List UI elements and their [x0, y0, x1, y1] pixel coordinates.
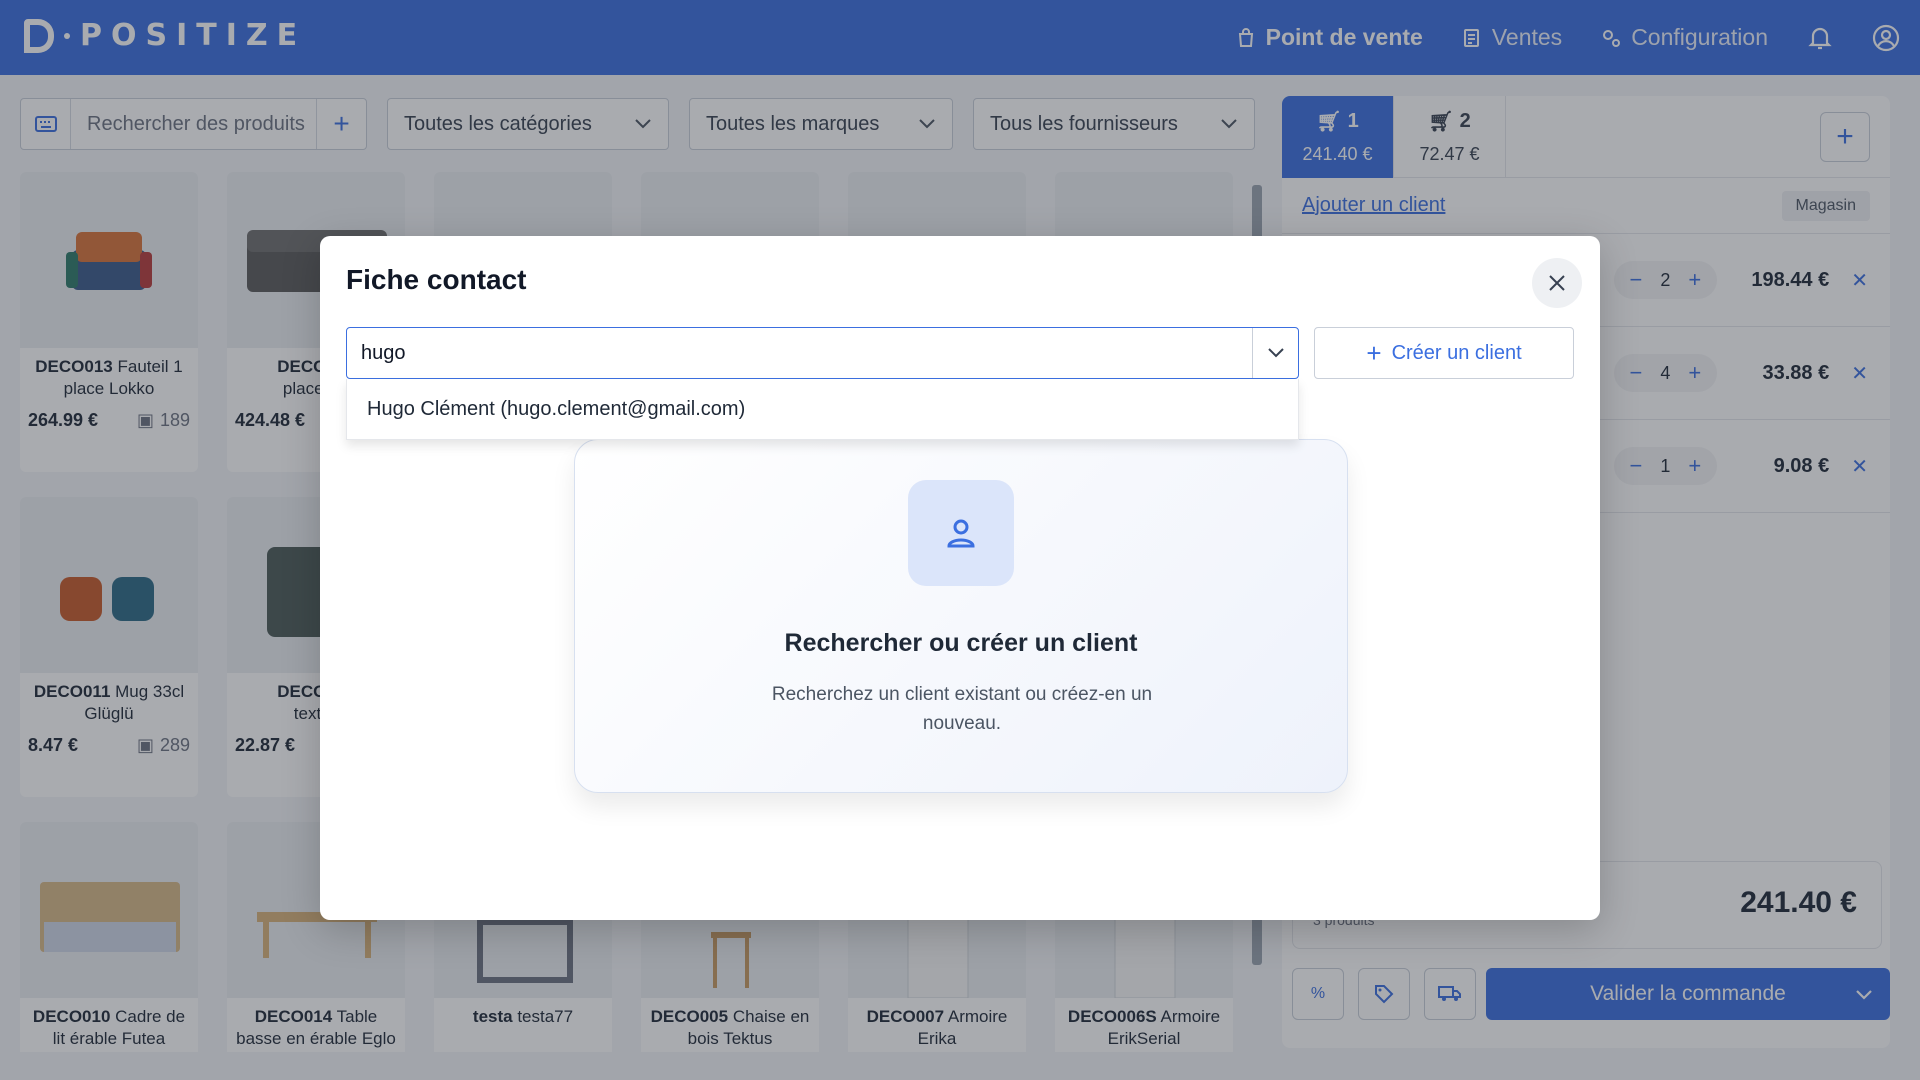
contact-modal: Fiche contact Hugo Clément (hugo.clement… — [320, 236, 1600, 920]
user-icon — [908, 480, 1014, 586]
close-icon — [1549, 275, 1565, 291]
client-search-input[interactable] — [347, 328, 1252, 378]
empty-state-card: Rechercher ou créer un client Recherchez… — [574, 439, 1348, 793]
empty-state-description: Recherchez un client existant ou créez-e… — [771, 684, 1153, 734]
client-search-combobox — [346, 327, 1299, 379]
plus-icon: + — [1366, 337, 1382, 368]
create-client-button[interactable]: + Créer un client — [1314, 327, 1574, 379]
create-client-label: Créer un client — [1391, 341, 1522, 364]
modal-title: Fiche contact — [346, 264, 527, 295]
chevron-down-icon — [1267, 348, 1284, 358]
client-suggestion-option[interactable]: Hugo Clément (hugo.clement@gmail.com) — [346, 379, 1299, 440]
empty-state-title: Rechercher ou créer un client — [784, 629, 1138, 657]
close-button[interactable] — [1532, 258, 1582, 308]
combobox-toggle[interactable] — [1252, 328, 1298, 378]
